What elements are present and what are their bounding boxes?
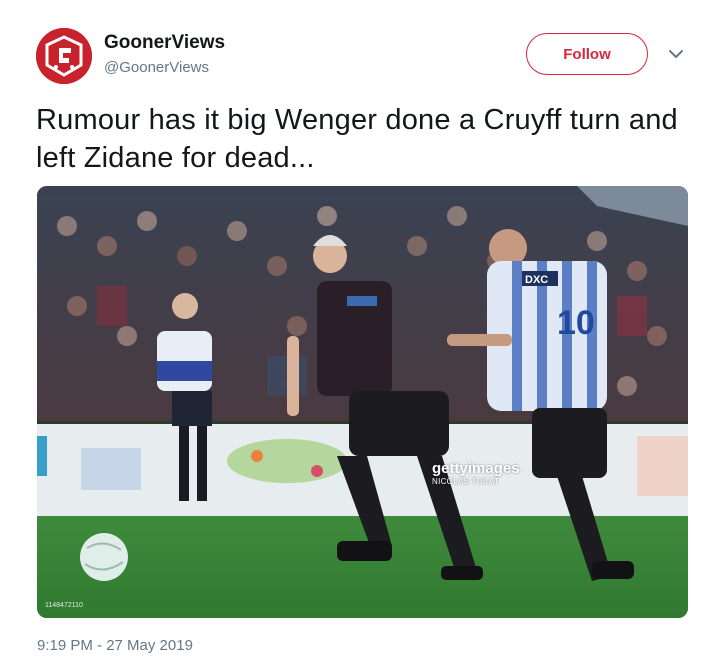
gooner-views-logo-icon	[36, 28, 92, 84]
photo-id: 1148472110	[45, 602, 83, 609]
tweet-card: GoonerViews @GoonerViews Follow Rumour h…	[0, 0, 720, 662]
shirt-number: 10	[557, 304, 595, 342]
follow-button[interactable]: Follow	[526, 33, 648, 75]
display-name[interactable]: GoonerViews	[104, 32, 225, 54]
user-info: GoonerViews @GoonerViews	[104, 32, 225, 77]
avatar[interactable]	[36, 28, 92, 84]
chevron-down-icon[interactable]	[666, 46, 686, 62]
watermark-brand: gettyimages	[432, 460, 520, 477]
getty-watermark: gettyimages NICOLAS TUCAT	[432, 461, 520, 487]
tweet-photo[interactable]: 10 DXC gettyimages NICOLAS TUCAT 1148472…	[37, 186, 688, 618]
football-match-photo: 10 DXC	[37, 186, 688, 618]
handle[interactable]: @GoonerViews	[104, 59, 225, 77]
sponsor-logo: DXC	[525, 274, 548, 286]
tweet-timestamp[interactable]: 9:19 PM - 27 May 2019	[37, 637, 193, 654]
watermark-credit: NICOLAS TUCAT	[432, 477, 500, 486]
tweet-text: Rumour has it big Wenger done a Cruyff t…	[36, 104, 678, 174]
